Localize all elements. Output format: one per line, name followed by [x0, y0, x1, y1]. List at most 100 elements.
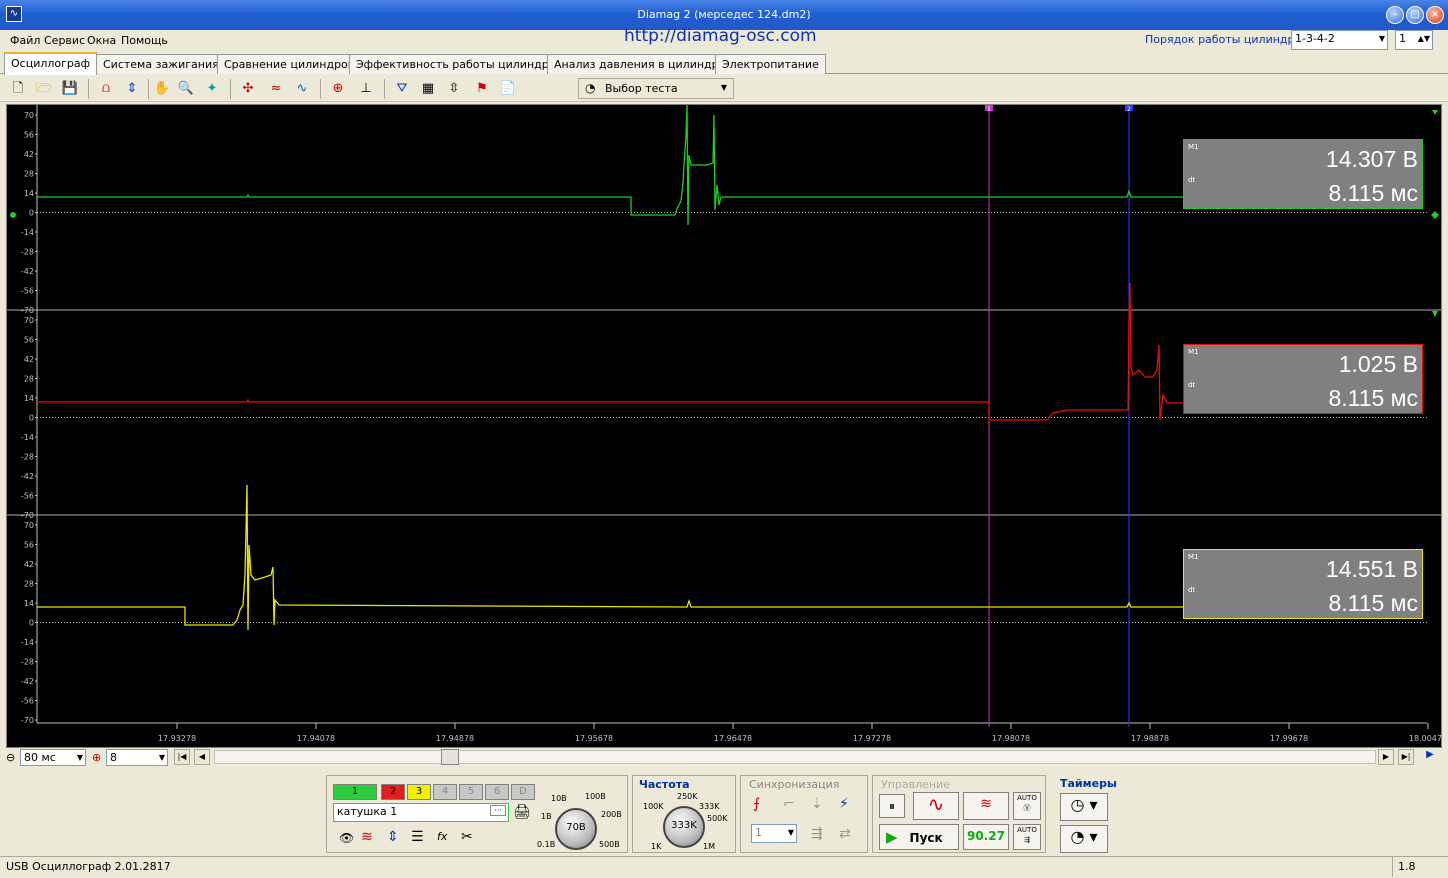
cursor-measure-icon[interactable]: ⇕	[122, 79, 142, 99]
cylinder-spinner[interactable]: 1 ▲▼	[1395, 30, 1433, 50]
x-tick-label: 17.99678	[1270, 734, 1308, 743]
frequency-knob[interactable]: 333K	[663, 806, 705, 848]
auto-label: AUTO	[1017, 794, 1037, 802]
tab-cylinder-efficiency[interactable]: Эффективность работы цилиндров	[349, 54, 569, 74]
auto-button[interactable]: AUTO Ⓥ	[1013, 792, 1041, 820]
noise-mode-button[interactable]: ≋	[963, 792, 1009, 820]
menu-help[interactable]: Помощь	[121, 34, 168, 47]
sine-mode-button[interactable]: ∿	[913, 792, 959, 820]
channel-name-input[interactable]: катушка 1 ···	[333, 803, 509, 822]
eye-icon[interactable]: 👁	[339, 831, 354, 845]
measure-icon[interactable]: ⩍	[96, 79, 116, 99]
more-icon[interactable]: ···	[490, 805, 506, 816]
sync-delay-icon[interactable]: ⇄	[839, 826, 851, 842]
menu-service[interactable]: Сервис	[44, 34, 85, 47]
notes-icon[interactable]: 📄	[498, 79, 518, 99]
channel-button-digital[interactable]: D	[511, 784, 535, 800]
menu-file[interactable]: Файл	[10, 34, 40, 47]
marker-label: M1	[1188, 553, 1199, 561]
zoom-out-icon[interactable]: ⊖	[6, 751, 15, 764]
vertical-shift-icon[interactable]: ⇕	[387, 829, 399, 845]
channel-button-4[interactable]: 4	[433, 784, 457, 800]
channel-button-3[interactable]: 3	[407, 784, 431, 800]
close-button[interactable]: ×	[1426, 6, 1444, 24]
sync-auto-icon[interactable]: ⚡	[839, 796, 849, 812]
function-icon[interactable]: fx	[437, 830, 447, 843]
oscilloscope-screen[interactable]: 70 56 42 28 14 0 -14 -28 -42 -56 -70 70 56 42 28 14 0 -14…	[6, 104, 1443, 748]
zoom-icon[interactable]: 🔍	[176, 79, 196, 99]
last-button[interactable]: ▶|	[1398, 749, 1414, 765]
volt-knob-value: 70В	[566, 822, 586, 833]
tools-icon[interactable]: ✂	[461, 829, 473, 845]
zoom-select[interactable]: 8 ▼	[106, 749, 168, 766]
channel-1-time: 8.115 мс	[1328, 180, 1418, 206]
first-button[interactable]: |◀	[174, 749, 190, 765]
timer-stop-button[interactable]: ◔ ▾	[1060, 825, 1108, 853]
tab-ignition[interactable]: Система зажигания	[96, 54, 226, 74]
website-link[interactable]: http://diamag-osc.com	[624, 26, 817, 46]
overlay-icon[interactable]: ∿	[292, 79, 312, 99]
maximize-button[interactable]: □	[1406, 6, 1424, 24]
falling-edge-icon[interactable]: ⌐	[783, 796, 795, 812]
dt-label: dt	[1188, 586, 1196, 594]
hand-icon[interactable]: ✋	[152, 79, 172, 99]
pause-button[interactable]: ⏸	[879, 794, 905, 818]
tab-oscilloscope[interactable]: Осциллограф	[4, 52, 98, 75]
play-icon: ▶	[886, 828, 898, 846]
volt-knob[interactable]: 70В	[555, 808, 597, 850]
zero-icon[interactable]: ⊥	[356, 79, 376, 99]
window-title: Diamag 2 (мерседес 124.dm2)	[637, 8, 811, 21]
split-icon[interactable]: ⇳	[444, 79, 464, 99]
sync-down-icon[interactable]: ⇣	[811, 796, 823, 812]
control-title: Управление	[881, 778, 951, 791]
channel-button-6[interactable]: 6	[485, 784, 509, 800]
scroll-thumb[interactable]	[441, 749, 459, 765]
channel-3-voltage: 14.551 В	[1325, 556, 1418, 582]
play-icon[interactable]: ▶	[1420, 749, 1440, 765]
zoom-in-icon[interactable]: ⊕	[92, 751, 101, 764]
auto-icon[interactable]: ⊕	[328, 79, 348, 99]
firing-order-select[interactable]: 1-3-4-2 ▼	[1291, 30, 1388, 50]
timer-start-button[interactable]: ◷ ▾	[1060, 793, 1108, 821]
auto-trigger-button[interactable]: AUTO ⇶	[1013, 824, 1041, 850]
frequency-panel: Частота 333K 250K 100K 333K 500K 1K 1M	[632, 775, 736, 853]
channel-button-1[interactable]: 1	[333, 784, 377, 800]
minimize-button[interactable]: –	[1386, 6, 1404, 24]
open-folder-icon[interactable]: 🗁	[34, 79, 54, 99]
wave-icon[interactable]: ≈	[266, 79, 286, 99]
marker-label: M1	[1188, 348, 1199, 356]
grid-icon[interactable]: ▦	[418, 79, 438, 99]
channel-button-5[interactable]: 5	[459, 784, 483, 800]
next-button[interactable]: ▶	[1378, 749, 1394, 765]
channel-1-offset-marker	[10, 212, 16, 218]
lines-icon[interactable]: ☰	[411, 829, 424, 845]
scale-icon[interactable]: ✦	[202, 79, 222, 99]
sync-level-icon[interactable]: ⇶	[811, 826, 823, 842]
frequency-knob-value: 333K	[671, 820, 697, 831]
filter-icon[interactable]: ⛛	[392, 79, 412, 99]
tab-pressure-analysis[interactable]: Анализ давления в цилиндре	[547, 54, 733, 74]
y-tick-label: 42	[24, 560, 34, 569]
tab-power-supply[interactable]: Электропитание	[715, 54, 826, 74]
channel-button-2[interactable]: 2	[381, 784, 405, 800]
flag-icon[interactable]: ⚑	[472, 79, 492, 99]
new-file-icon[interactable]: 🗋	[8, 79, 28, 99]
start-button[interactable]: ▶ Пуск	[879, 824, 959, 850]
test-select[interactable]: ◔ Выбор теста ▼	[578, 78, 734, 99]
time-scrollbar[interactable]	[214, 749, 1376, 765]
save-icon[interactable]: 💾	[60, 79, 80, 99]
x-tick-label: 18.00478	[1409, 734, 1443, 743]
center-icon[interactable]: ✣	[238, 79, 258, 99]
channel-1-voltage: 14.307 В	[1325, 146, 1418, 172]
wave-icon[interactable]: ≋	[361, 829, 373, 845]
y-tick-label: 70	[24, 316, 34, 325]
menu-windows[interactable]: Окна	[87, 34, 116, 47]
timebase-select[interactable]: 80 мс ▼	[20, 749, 86, 766]
prev-button[interactable]: ◀	[194, 749, 210, 765]
rising-edge-icon[interactable]: ⨍	[753, 796, 760, 812]
sync-channel-select[interactable]: 1 ▼	[751, 824, 797, 843]
chevron-down-icon: ▼	[787, 828, 794, 837]
probe-icon[interactable]: 🖨	[513, 804, 531, 820]
tab-cylinder-compare[interactable]: Сравнение цилиндров	[217, 54, 362, 74]
x-tick-label: 17.94078	[297, 734, 335, 743]
